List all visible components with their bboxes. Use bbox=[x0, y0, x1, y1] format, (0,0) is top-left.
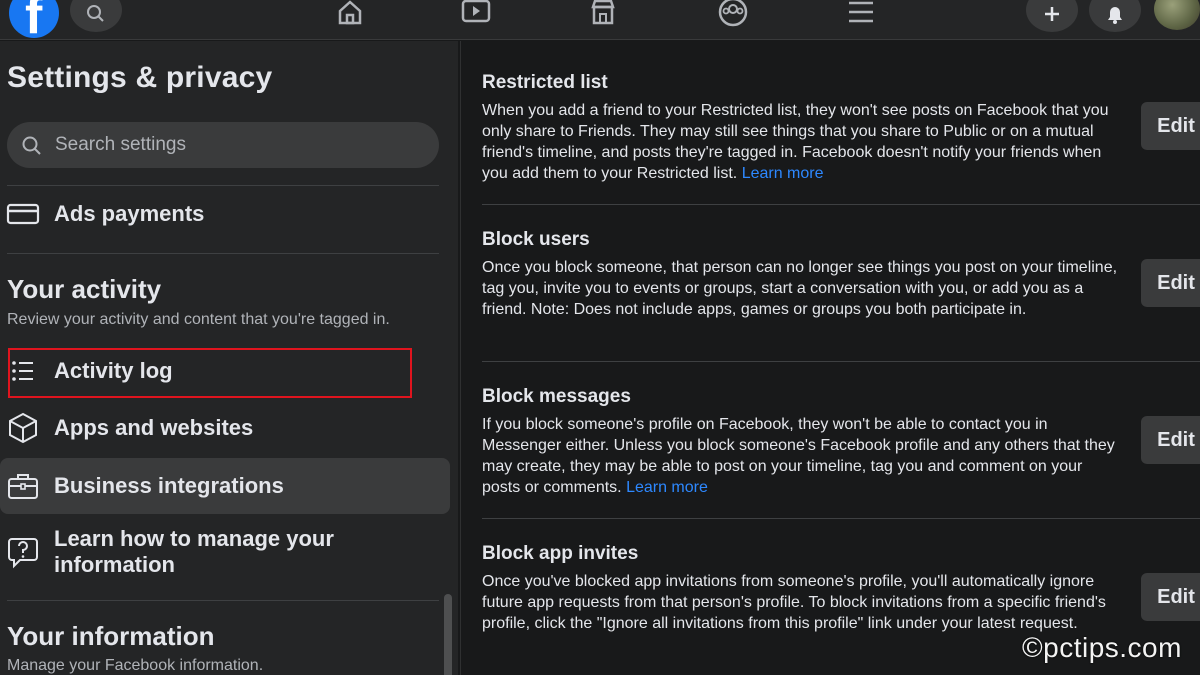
briefcase-icon bbox=[8, 474, 38, 499]
your-information-subtitle: Manage your Facebook information. bbox=[7, 657, 264, 674]
facebook-logo[interactable]: f bbox=[9, 0, 59, 38]
search-icon bbox=[22, 136, 41, 155]
sidebar-item-learn-manage-info[interactable]: Learn how to manage your information bbox=[0, 519, 450, 585]
divider bbox=[482, 204, 1200, 205]
nav-menu[interactable] bbox=[841, 0, 881, 32]
home-icon bbox=[338, 0, 362, 25]
watermark: ©pctips.com bbox=[1022, 632, 1182, 663]
menu-icon bbox=[849, 1, 873, 23]
activity-log-highlight bbox=[8, 348, 412, 398]
section-description: Once you block someone, that person can … bbox=[482, 257, 1122, 320]
search-button[interactable] bbox=[70, 0, 122, 32]
briefcase-icon-wrap bbox=[6, 469, 40, 503]
sidebar-item-label: Business integrations bbox=[54, 473, 284, 498]
marketplace-icon bbox=[591, 0, 615, 25]
learn-more-link[interactable]: Learn more bbox=[626, 479, 708, 496]
edit-block-messages-button[interactable]: Edit bbox=[1141, 416, 1200, 464]
create-button[interactable] bbox=[1026, 0, 1078, 32]
your-activity-subtitle: Review your activity and content that yo… bbox=[7, 311, 390, 328]
nav-marketplace[interactable] bbox=[583, 0, 623, 32]
groups-icon bbox=[718, 0, 748, 27]
block-users-section: Block users Once you block someone, that… bbox=[482, 229, 1182, 320]
description-text: If you block someone's profile on Facebo… bbox=[482, 416, 1115, 496]
sidebar-item-label: Ads payments bbox=[54, 201, 205, 226]
divider bbox=[7, 253, 439, 254]
sidebar-item-label: Apps and websites bbox=[54, 415, 254, 440]
edit-block-app-invites-button[interactable]: Edit bbox=[1141, 573, 1200, 621]
your-activity-heading: Your activity bbox=[7, 274, 162, 304]
edit-block-users-button[interactable]: Edit bbox=[1141, 259, 1200, 307]
sidebar-item-business-integrations[interactable]: Business integrations bbox=[0, 458, 450, 514]
restricted-list-section: Restricted list When you add a friend to… bbox=[482, 72, 1182, 184]
profile-avatar[interactable] bbox=[1152, 0, 1200, 32]
section-title: Block users bbox=[482, 229, 590, 250]
cube-icon-wrap bbox=[6, 411, 40, 445]
section-description: When you add a friend to your Restricted… bbox=[482, 100, 1122, 184]
notifications-button[interactable] bbox=[1089, 0, 1141, 32]
sidebar-item-apps-and-websites[interactable]: Apps and websites bbox=[0, 400, 450, 456]
section-description: Once you've blocked app invitations from… bbox=[482, 571, 1122, 634]
learn-more-link[interactable]: Learn more bbox=[742, 165, 824, 182]
help-bubble-icon-wrap bbox=[6, 535, 40, 569]
section-description: If you block someone's profile on Facebo… bbox=[482, 414, 1122, 498]
section-title: Restricted list bbox=[482, 72, 608, 93]
section-title: Block app invites bbox=[482, 543, 639, 564]
section-title: Block messages bbox=[482, 386, 631, 407]
divider bbox=[482, 361, 1200, 362]
block-messages-section: Block messages If you block someone's pr… bbox=[482, 386, 1182, 498]
facebook-logo-letter: f bbox=[25, 0, 43, 38]
sidebar-title: Settings & privacy bbox=[7, 61, 273, 94]
settings-content: Restricted list When you add a friend to… bbox=[460, 41, 1200, 675]
sidebar-item-label: Learn how to manage your information bbox=[54, 526, 334, 577]
block-app-invites-section: Block app invites Once you've blocked ap… bbox=[482, 543, 1182, 634]
cube-icon bbox=[9, 412, 37, 444]
watch-icon bbox=[461, 0, 491, 23]
search-settings-input[interactable] bbox=[55, 122, 425, 168]
edit-restricted-list-button[interactable]: Edit bbox=[1141, 102, 1200, 150]
nav-groups[interactable] bbox=[713, 0, 753, 32]
plus-icon bbox=[1045, 7, 1059, 22]
top-navigation-bar: f bbox=[0, 0, 1200, 40]
credit-card-icon bbox=[6, 203, 40, 225]
nav-watch[interactable] bbox=[456, 0, 496, 32]
divider bbox=[7, 600, 439, 601]
description-text: Once you block someone, that person can … bbox=[482, 259, 1118, 318]
description-text: Once you've blocked app invitations from… bbox=[482, 573, 1106, 632]
search-icon bbox=[87, 5, 104, 23]
help-bubble-icon bbox=[8, 538, 38, 569]
sidebar-item-ads-payments[interactable]: Ads payments bbox=[0, 186, 450, 242]
search-settings-box[interactable] bbox=[7, 122, 439, 168]
credit-card-icon-wrap bbox=[6, 197, 40, 231]
divider bbox=[482, 518, 1200, 519]
nav-home[interactable] bbox=[330, 0, 370, 32]
bell-icon bbox=[1108, 7, 1122, 25]
sidebar-scrollbar[interactable] bbox=[444, 594, 452, 675]
your-information-heading: Your information bbox=[7, 621, 215, 651]
